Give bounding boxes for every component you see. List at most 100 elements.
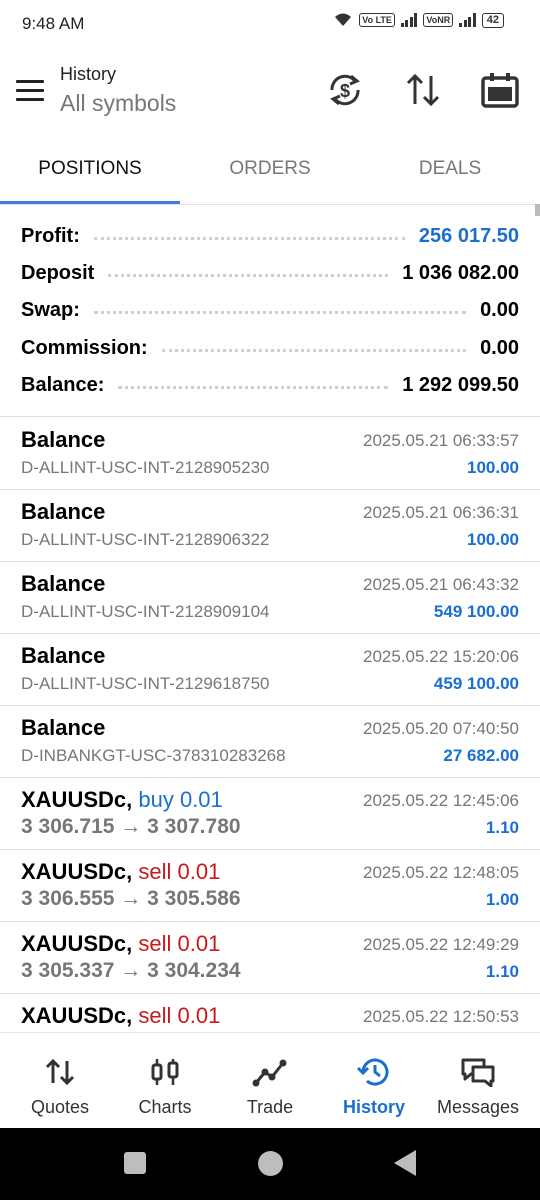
appbar-subtitle: History [60,64,117,84]
nav-charts[interactable]: Charts [111,1033,219,1129]
tab-orders[interactable]: ORDERS [180,140,360,204]
volte-badge: Vo LTE [359,13,395,27]
dotted-leader [161,348,467,352]
close-price: 3 304.234 [147,959,241,982]
charts-icon [151,1059,179,1085]
status-time: 9:48 AM [22,14,85,33]
summary-value: 256 017.50 [418,224,519,247]
nav-label: Charts [138,1097,192,1117]
summary-label: Balance: [21,373,105,396]
summary-value: 1 036 082.00 [402,261,519,284]
trade-title: XAUUSDc, sell 0.01 [21,931,220,957]
list-item[interactable]: Balance D-ALLINT-USC-INT-2128909104 2025… [0,561,540,634]
deal-title: Balance [21,715,106,740]
deal-comment: D-ALLINT-USC-INT-2128909104 [21,602,270,621]
trade-prices: 3 305.337 → 3 304.234 [21,959,241,983]
home-button[interactable] [258,1151,283,1176]
deal-comment: D-ALLINT-USC-INT-2128905230 [21,458,270,477]
list-item[interactable]: Balance D-ALLINT-USC-INT-2128906322 2025… [0,489,540,562]
sort-icon[interactable] [403,70,443,110]
trade-symbol: XAUUSDc, [21,859,133,884]
deal-title: Balance [21,427,106,452]
tab-positions[interactable]: POSITIONS [0,140,180,204]
summary-value: 0.00 [480,336,519,359]
deal-time: 2025.05.21 06:33:57 [363,431,519,450]
deal-title: Balance [21,643,106,668]
open-price: 3 306.715 [21,815,115,838]
summary-row-profit: Profit: 256 017.50 [21,219,519,253]
trade-profit: 1.10 [485,962,519,981]
deal-time: 2025.05.20 07:40:50 [363,719,519,738]
calendar-icon[interactable] [480,70,520,110]
deal-time: 2025.05.22 12:50:53 [363,1007,519,1026]
nav-label: History [342,1097,405,1117]
quotes-icon [45,1058,75,1086]
nav-label: Trade [246,1097,294,1117]
bottom-nav: Quotes Charts Trade History Messages [0,1032,540,1129]
deal-amount: 100.00 [467,530,519,549]
symbol-filter[interactable]: All symbols [60,90,176,117]
summary-label: Profit: [21,224,80,247]
tabs-divider [0,204,540,205]
nav-messages[interactable]: Messages [424,1033,532,1129]
trade-profit: 1.00 [485,890,519,909]
trade-symbol: XAUUSDc, [21,931,133,956]
trade-side: sell 0.01 [138,931,221,956]
currency-sync-icon[interactable]: $ [325,70,365,110]
open-price: 3 305.337 [21,959,115,982]
summary-value: 0.00 [480,298,519,321]
deal-time: 2025.05.21 06:43:32 [363,575,519,594]
list-item[interactable]: Balance D-ALLINT-USC-INT-2129618750 2025… [0,633,540,706]
recents-button[interactable] [124,1152,146,1174]
trade-side: sell 0.01 [138,859,221,884]
wifi-icon [335,13,352,26]
summary-label: Deposit [21,261,95,284]
deal-comment: D-INBANKGT-USC-378310283268 [21,746,286,765]
trade-row[interactable]: XAUUSDc, sell 0.01 3 305.337 → 3 304.234… [0,921,540,994]
dotted-leader [93,236,405,240]
trade-symbol: XAUUSDc, [21,787,133,812]
trade-prices: 3 306.555 → 3 305.586 [21,887,241,911]
summary-label: Swap: [21,298,80,321]
trade-title: XAUUSDc, buy 0.01 [21,787,223,813]
deal-time: 2025.05.22 12:48:05 [363,863,519,882]
menu-icon[interactable] [16,80,44,102]
signal-icon-2 [459,13,476,27]
summary-label: Commission: [21,336,148,359]
trade-row[interactable]: XAUUSDc, buy 0.01 3 306.715 → 3 307.780 … [0,777,540,850]
trade-row[interactable]: XAUUSDc, sell 0.01 3 306.555 → 3 305.586… [0,849,540,922]
svg-text:$: $ [340,81,350,101]
nav-quotes[interactable]: Quotes [6,1033,114,1129]
list-item[interactable]: Balance D-INBANKGT-USC-378310283268 2025… [0,705,540,778]
trade-symbol: XAUUSDc, [21,1003,133,1028]
deal-title: Balance [21,571,106,596]
summary-row-balance: Balance: 1 292 099.50 [21,368,519,402]
back-button[interactable] [394,1150,416,1176]
deal-amount: 100.00 [467,458,519,477]
trade-side: sell 0.01 [138,1003,221,1028]
summary-value: 1 292 099.50 [402,373,519,396]
history-icon [356,1058,389,1086]
nav-history[interactable]: History [320,1033,428,1129]
arrow-icon: → [120,887,142,910]
trade-icon [252,1059,287,1087]
close-price: 3 305.586 [147,887,241,910]
summary-row-deposit: Deposit 1 036 082.00 [21,256,519,290]
list-item[interactable]: Balance D-ALLINT-USC-INT-2128905230 2025… [0,417,540,490]
messages-icon [461,1058,495,1087]
nav-label: Quotes [30,1097,90,1117]
deal-amount: 549 100.00 [433,602,519,621]
open-price: 3 306.555 [21,887,115,910]
nav-trade[interactable]: Trade [216,1033,324,1129]
signal-icon [400,13,418,27]
trade-prices: 3 306.715 → 3 307.780 [21,815,241,839]
scrollbar[interactable] [535,204,540,216]
battery-icon: 42 [481,12,504,28]
dotted-leader [93,310,467,314]
deal-amount: 27 682.00 [443,746,519,765]
deal-time: 2025.05.21 06:36:31 [363,503,519,522]
trade-title: XAUUSDc, sell 0.01 [21,1003,220,1029]
tab-deals[interactable]: DEALS [360,140,540,204]
deal-time: 2025.05.22 12:45:06 [363,791,519,810]
arrow-icon: → [120,815,142,838]
